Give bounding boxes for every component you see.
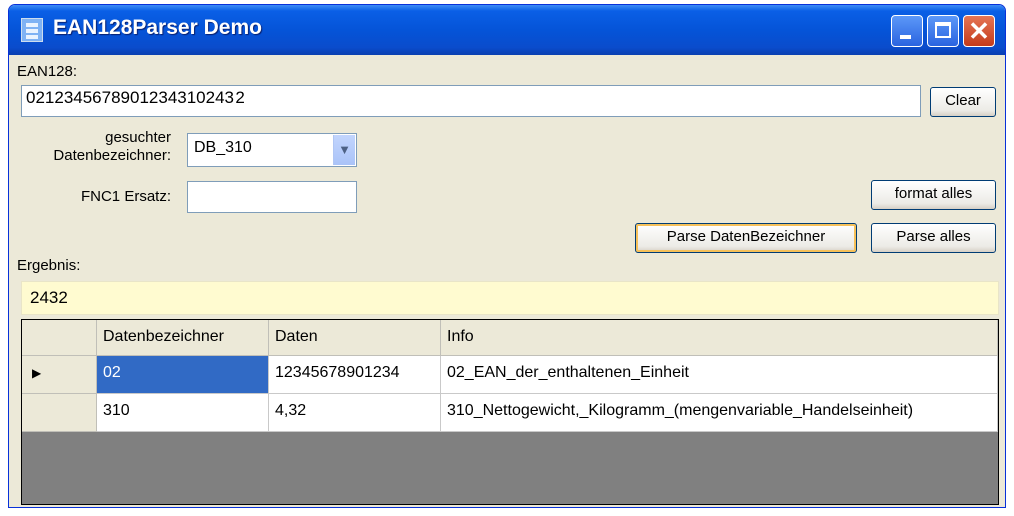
title-bar[interactable]: EAN128Parser Demo ✕ [9, 5, 1005, 55]
maximize-button[interactable] [927, 15, 959, 47]
column-header-data[interactable]: Daten [269, 320, 441, 356]
main-window: EAN128Parser Demo ✕ EAN128: 021234567890… [8, 4, 1006, 508]
search-label-line2: Datenbezeichner: [53, 147, 171, 164]
table-cell[interactable]: 02 [97, 356, 269, 394]
close-icon: ✕ [968, 16, 990, 46]
close-button[interactable]: ✕ [963, 15, 995, 47]
table-cell[interactable]: 310_Nettogewicht,_Kilogramm_(mengenvaria… [441, 394, 998, 432]
column-header-identifier[interactable]: Datenbezeichner [97, 320, 269, 356]
identifier-select[interactable]: DB_310 ▼ [187, 133, 357, 167]
grid-corner-header [22, 320, 97, 356]
table-cell[interactable]: 02_EAN_der_enthaltenen_Einheit [441, 356, 998, 394]
row-header[interactable]: ▶ [22, 356, 97, 394]
chevron-down-icon[interactable]: ▼ [333, 135, 355, 165]
table-cell[interactable]: 310 [97, 394, 269, 432]
minimize-icon [900, 35, 911, 39]
results-grid[interactable]: Datenbezeichner Daten Info ▶ 02 12345678… [21, 319, 999, 505]
row-header[interactable] [22, 394, 97, 432]
ean-label: EAN128: [17, 63, 78, 80]
identifier-select-value: DB_310 [194, 139, 252, 156]
result-label: Ergebnis: [17, 257, 81, 274]
clear-button[interactable]: Clear [930, 87, 996, 117]
minimize-button[interactable] [891, 15, 923, 47]
app-icon [21, 18, 43, 42]
fnc1-label: FNC1 Ersatz: [80, 188, 171, 205]
parse-identifier-button[interactable]: Parse DatenBezeichner [635, 223, 857, 253]
format-all-button[interactable]: format alles [871, 180, 996, 210]
search-label: gesuchter Datenbezeichner: [19, 129, 171, 165]
result-field[interactable]: 2432 [21, 281, 999, 315]
maximize-icon [935, 22, 951, 38]
column-header-info[interactable]: Info [441, 320, 998, 356]
ean-input[interactable]: 0212345678901234310243 2 [21, 85, 921, 117]
row-pointer-icon: ▶ [32, 366, 42, 380]
table-cell[interactable]: 4,32 [269, 394, 441, 432]
fnc1-input[interactable] [187, 181, 357, 213]
table-cell[interactable]: 12345678901234 [269, 356, 441, 394]
search-label-line1: gesuchter [105, 129, 171, 146]
window-title: EAN128Parser Demo [53, 16, 262, 39]
parse-all-button[interactable]: Parse alles [871, 223, 996, 253]
